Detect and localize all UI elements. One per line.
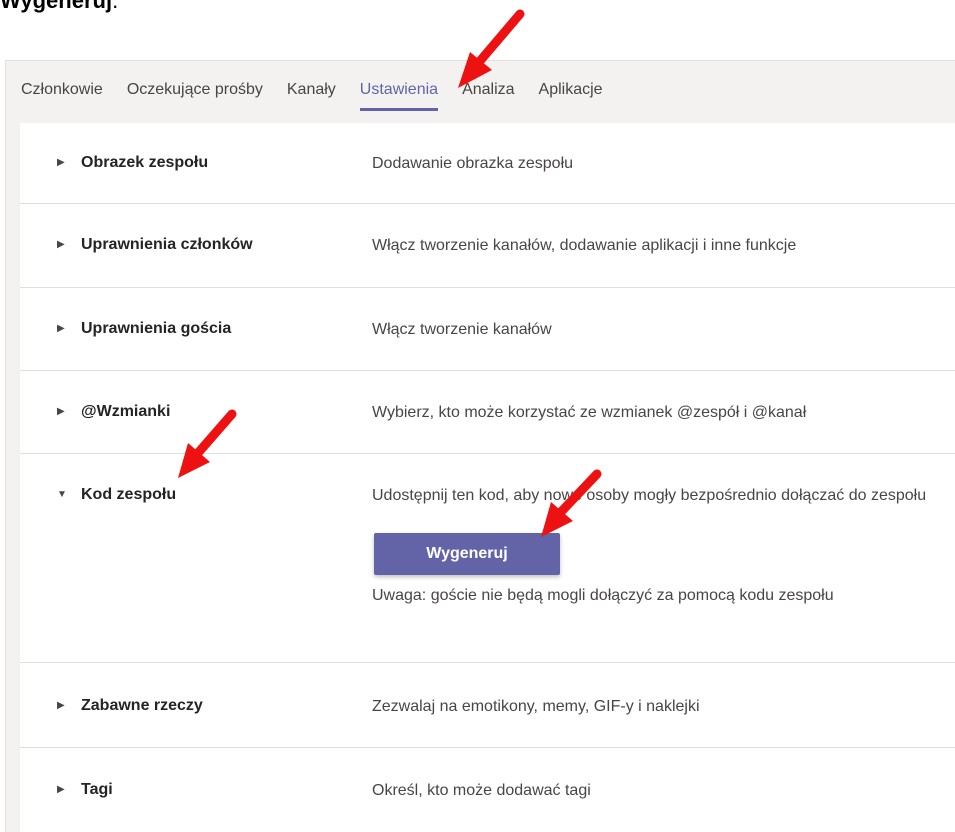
setting-title: Tagi (81, 781, 113, 798)
setting-row-team-picture[interactable]: ▶ Obrazek zespołu Dodawanie obrazka zesp… (20, 123, 955, 204)
chevron-right-icon[interactable]: ▶ (57, 157, 65, 168)
setting-title: Zabawne rzeczy (81, 697, 203, 714)
setting-title: Uprawnienia gościa (81, 320, 232, 337)
page: Wygeneruj. Członkowie Oczekujące prośby … (0, 0, 955, 832)
tab-channels[interactable]: Kanały (287, 61, 336, 99)
setting-title: @Wzmianki (81, 403, 171, 420)
chevron-right-icon[interactable]: ▶ (57, 323, 65, 334)
setting-title: Obrazek zespołu (81, 154, 209, 171)
generate-button[interactable]: Wygeneruj (374, 533, 560, 575)
setting-row-member-permissions[interactable]: ▶ Uprawnienia członków Włącz tworzenie k… (20, 204, 955, 288)
tab-settings[interactable]: Ustawienia (359, 61, 439, 111)
tab-pending-requests[interactable]: Oczekujące prośby (127, 61, 263, 99)
setting-title: Kod zespołu (81, 486, 177, 503)
setting-description: Włącz tworzenie kanałów (372, 321, 552, 338)
setting-title: Uprawnienia członków (81, 236, 253, 253)
chevron-right-icon[interactable]: ▶ (57, 700, 65, 711)
guest-note: Uwaga: goście nie będą mogli dołączyć za… (372, 587, 834, 604)
chevron-right-icon[interactable]: ▶ (57, 239, 65, 250)
setting-description: Określ, kto może dodawać tagi (372, 782, 591, 799)
setting-description: Dodawanie obrazka zespołu (372, 155, 574, 172)
tab-members[interactable]: Członkowie (21, 61, 103, 99)
chevron-down-icon[interactable]: ▼ (57, 489, 67, 500)
tab-apps[interactable]: Aplikacje (539, 61, 603, 99)
tab-analytics[interactable]: Analiza (462, 61, 514, 99)
setting-row-guest-permissions[interactable]: ▶ Uprawnienia gościa Włącz tworzenie kan… (20, 288, 955, 371)
caption-text: Wygeneruj (0, 0, 113, 13)
teams-manage-team-panel: Członkowie Oczekujące prośby Kanały Usta… (5, 60, 955, 832)
setting-row-mentions[interactable]: ▶ @Wzmianki Wybierz, kto może korzystać … (20, 371, 955, 454)
setting-row-tags[interactable]: ▶ Tagi Określ, kto może dodawać tagi (20, 748, 955, 832)
setting-row-fun-stuff[interactable]: ▶ Zabawne rzeczy Zezwalaj na emotikony, … (20, 663, 955, 748)
setting-description: Udostępnij ten kod, aby nowe osoby mogły… (372, 487, 927, 504)
setting-row-team-code[interactable]: ▼ Kod zespołu Udostępnij ten kod, aby no… (20, 454, 955, 663)
setting-description: Zezwalaj na emotikony, memy, GIF-y i nak… (372, 698, 700, 715)
setting-description: Wybierz, kto może korzystać ze wzmianek … (372, 404, 807, 421)
instruction-caption: Wygeneruj. (0, 0, 118, 14)
chevron-right-icon[interactable]: ▶ (57, 784, 65, 795)
settings-list: ▶ Obrazek zespołu Dodawanie obrazka zesp… (20, 123, 955, 832)
chevron-right-icon[interactable]: ▶ (57, 406, 65, 417)
caption-suffix: . (112, 0, 119, 13)
tab-bar: Członkowie Oczekujące prośby Kanały Usta… (21, 61, 627, 113)
setting-description: Włącz tworzenie kanałów, dodawanie aplik… (372, 237, 797, 254)
